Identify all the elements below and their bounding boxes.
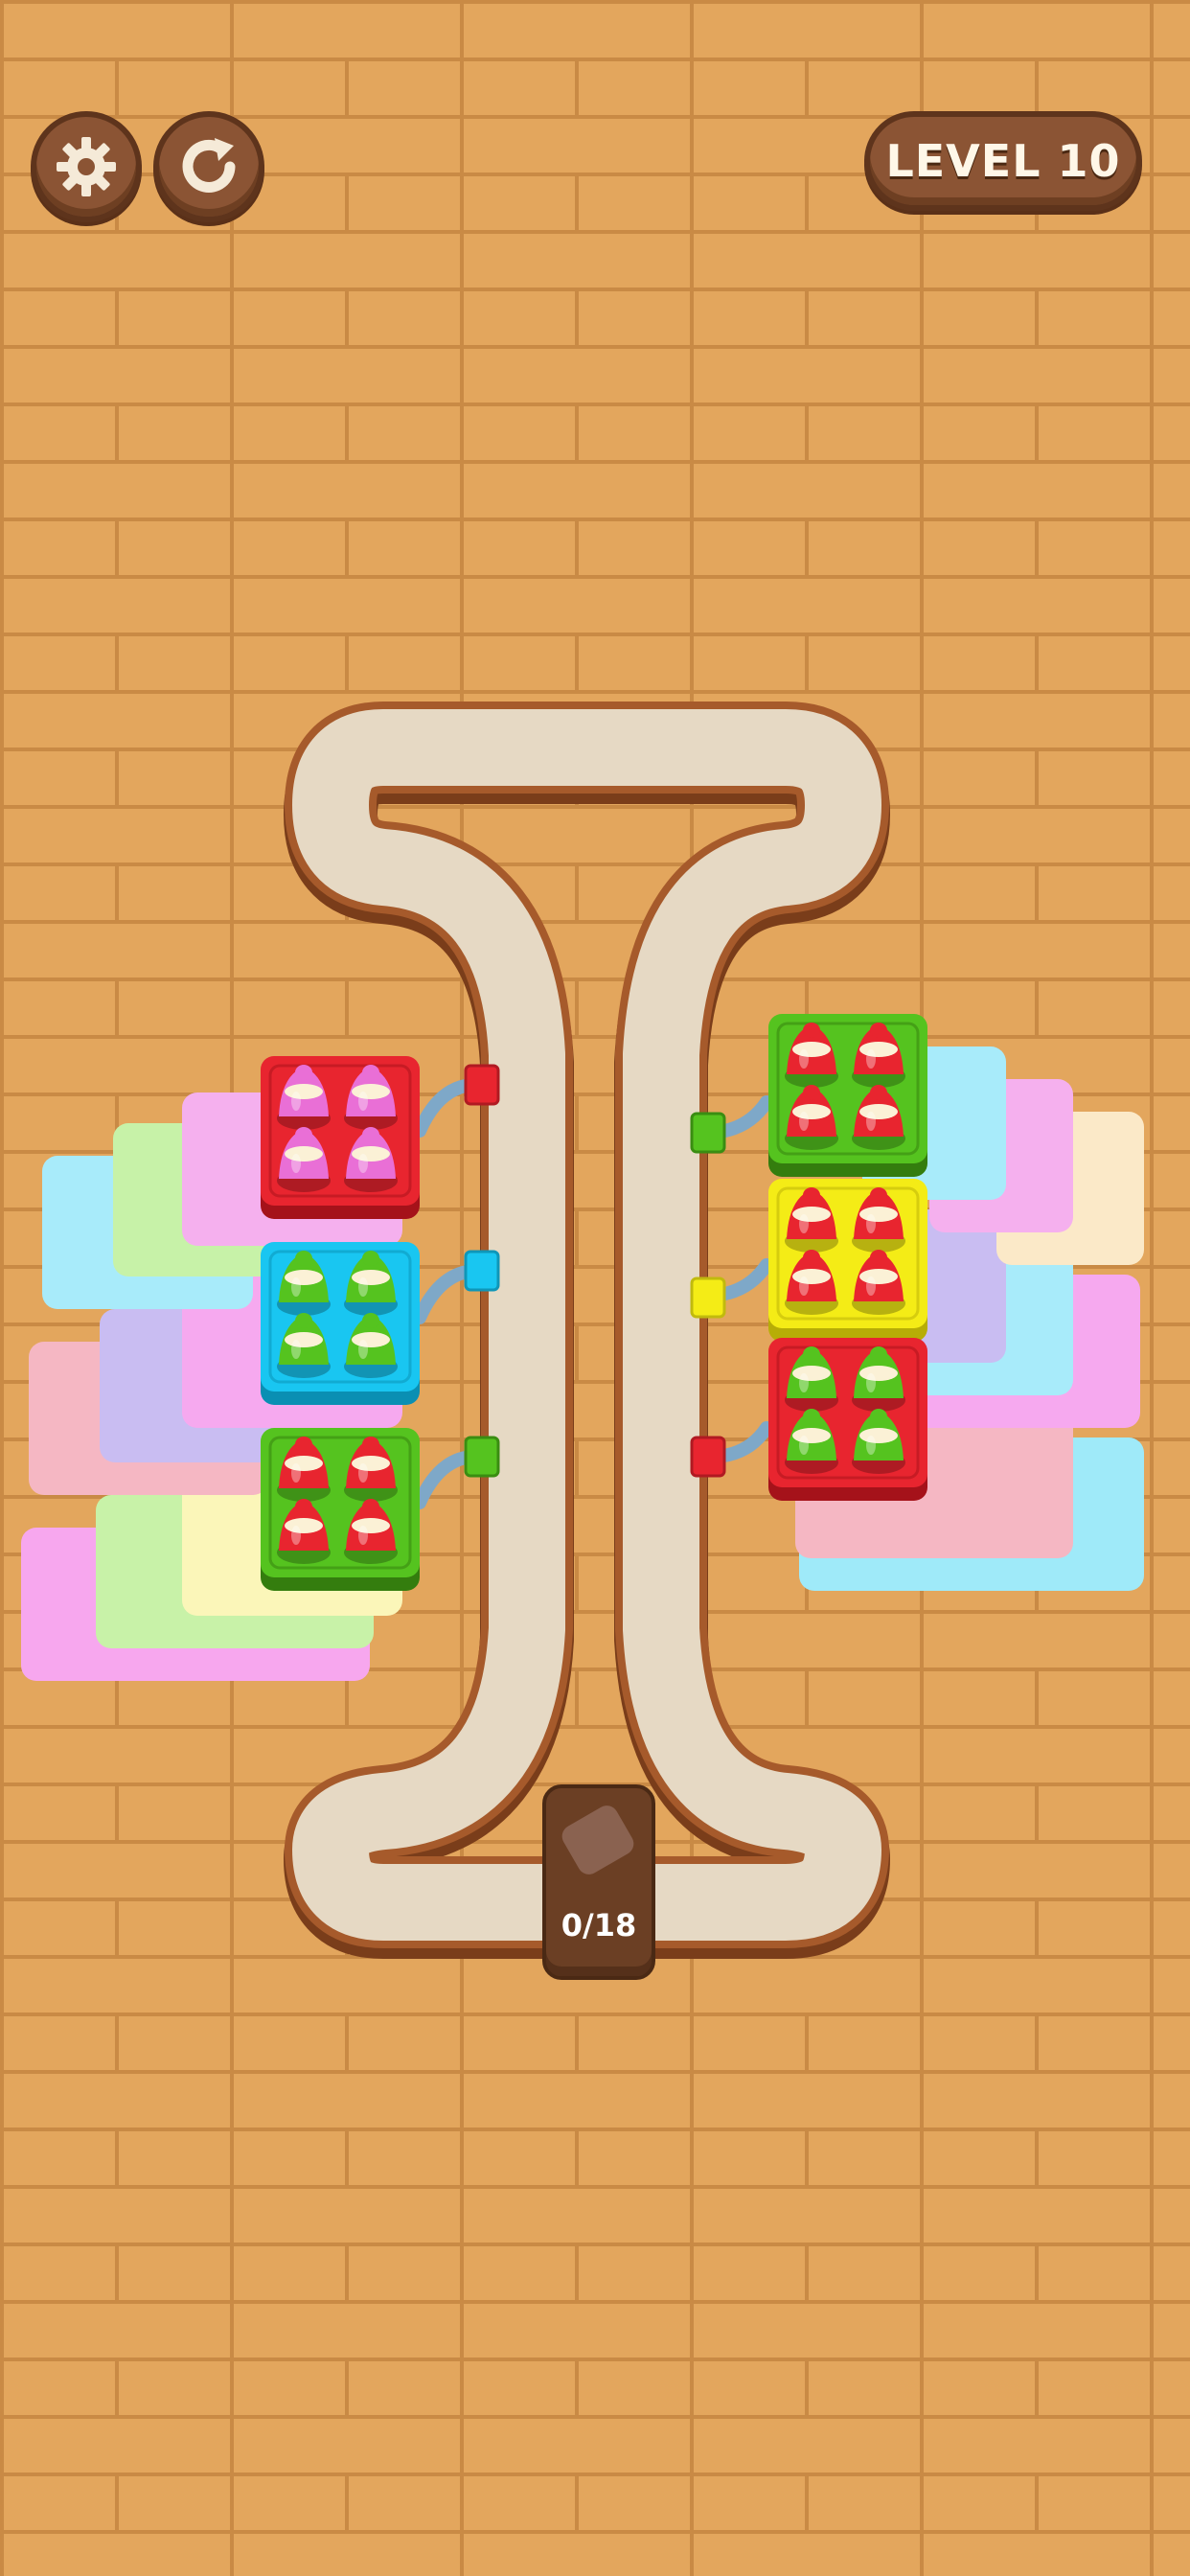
counter-gem-icon [558, 1801, 638, 1879]
right-pin-box[interactable] [768, 1179, 927, 1342]
left-pin-box[interactable] [261, 1242, 420, 1405]
right-pin-box[interactable] [768, 1014, 927, 1177]
right-pin-box[interactable] [768, 1338, 927, 1501]
game-board [21, 0, 1144, 2576]
pin-counter: 0/18 [542, 1784, 655, 1980]
left-pin-box[interactable] [261, 1056, 420, 1219]
counter-text: 0/18 [561, 1907, 637, 1944]
left-pin-box[interactable] [261, 1428, 420, 1591]
